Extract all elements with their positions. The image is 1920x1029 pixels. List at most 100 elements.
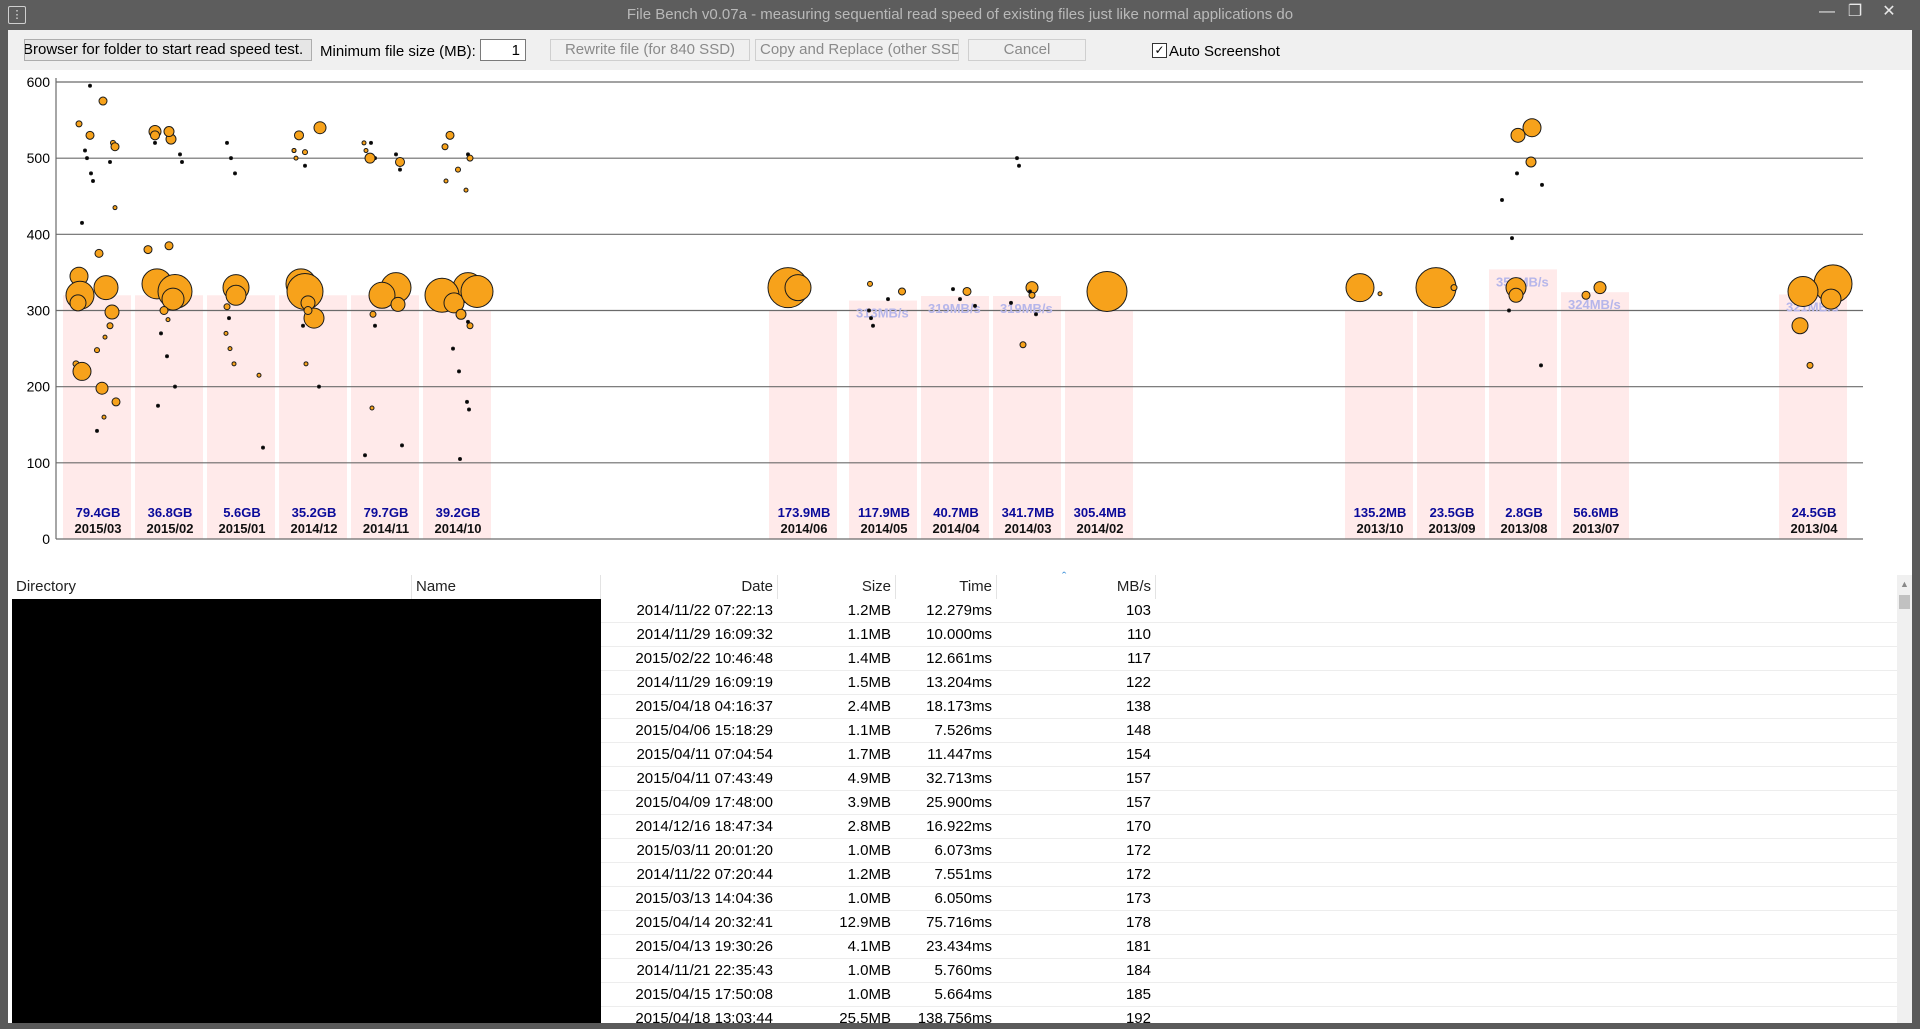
table-row[interactable]: 2014/12/16 18:47:34 2.8MB 16.922ms 170: [601, 815, 1897, 839]
table-row[interactable]: 2015/04/13 19:30:26 4.1MB 23.434ms 181: [601, 935, 1897, 959]
column-header-time[interactable]: Time: [896, 575, 997, 599]
file-read-point: [1345, 273, 1375, 303]
file-read-point: [400, 443, 404, 448]
file-read-point: [88, 83, 92, 88]
file-read-point: [460, 274, 494, 308]
file-read-point: [91, 179, 95, 184]
cell-time: 7.526ms: [934, 722, 992, 739]
cell-mbs: 110: [1127, 626, 1151, 643]
scroll-up-icon[interactable]: ▲: [1900, 579, 1909, 589]
y-tick-label: 100: [27, 455, 51, 471]
cell-mbs: 122: [1125, 674, 1151, 691]
cell-time: 23.434ms: [926, 938, 992, 955]
month-bar: [1779, 294, 1847, 539]
month-size-label: 23.5GB: [1430, 505, 1475, 520]
file-read-point: [303, 163, 307, 168]
cell-time: 6.073ms: [934, 842, 992, 859]
table-row[interactable]: 2014/11/22 07:20:44 1.2MB 7.551ms 172: [601, 863, 1897, 887]
file-read-point: [165, 317, 171, 323]
column-header-size[interactable]: Size: [778, 575, 896, 599]
file-read-point: [363, 148, 369, 154]
table-row[interactable]: 2015/04/06 15:18:29 1.1MB 7.526ms 148: [601, 719, 1897, 743]
table-row[interactable]: 2015/04/09 17:48:00 3.9MB 25.900ms 157: [601, 791, 1897, 815]
table-row[interactable]: 2015/04/18 04:16:37 2.4MB 18.173ms 138: [601, 695, 1897, 719]
file-read-point: [302, 149, 308, 156]
month-date-label: 2013/04: [1791, 521, 1839, 536]
cell-date: 2014/12/16 18:47:34: [635, 818, 773, 835]
redacted-directory-area: [12, 599, 601, 1023]
column-header-name[interactable]: Name: [412, 575, 601, 599]
file-read-point: [294, 130, 304, 141]
file-read-point: [75, 120, 83, 128]
cell-size: 3.9MB: [847, 794, 891, 811]
file-read-point: [1415, 267, 1457, 309]
auto-screenshot-checkbox[interactable]: ✓: [1152, 43, 1167, 58]
month-date-label: 2014/03: [1005, 521, 1052, 536]
cancel-button[interactable]: Cancel: [968, 39, 1086, 61]
table-row[interactable]: 2015/04/15 17:50:08 1.0MB 5.664ms 185: [601, 983, 1897, 1007]
table-row[interactable]: 2015/02/22 10:46:48 1.4MB 12.661ms 117: [601, 647, 1897, 671]
min-size-input[interactable]: [480, 39, 526, 61]
file-read-point: [1034, 312, 1038, 317]
title-bar: ⋮ File Bench v0.07a - measuring sequenti…: [0, 0, 1920, 30]
cell-date: 2014/11/22 07:22:13: [636, 602, 773, 619]
file-read-point: [95, 381, 109, 395]
month-date-label: 2013/09: [1429, 521, 1476, 536]
month-bar: [279, 295, 347, 539]
table-row[interactable]: 2015/03/13 14:04:36 1.0MB 6.050ms 173: [601, 887, 1897, 911]
table-row[interactable]: 2015/04/14 20:32:41 12.9MB 75.716ms 178: [601, 911, 1897, 935]
file-read-point: [869, 316, 873, 321]
chart-canvas: 600 500 400 300 200 100 0 313MB/s 319MB/s 319MB/s…: [27, 74, 1863, 547]
file-read-point: [1522, 118, 1542, 138]
cell-time: 12.661ms: [926, 650, 992, 667]
rewrite-file-button[interactable]: Rewrite file (for 840 SSD): [550, 39, 750, 61]
scrollbar-thumb[interactable]: [1899, 595, 1910, 609]
cell-time: 12.279ms: [926, 602, 992, 619]
window-title: File Bench v0.07a - measuring sequential…: [626, 6, 1294, 23]
file-read-point: [1017, 163, 1021, 168]
file-read-point: [467, 407, 471, 412]
file-read-point: [223, 303, 231, 311]
main-window: Browser for folder to start read speed t…: [8, 30, 1912, 1023]
close-button[interactable]: ✕: [1872, 2, 1906, 24]
file-read-point: [293, 155, 299, 161]
file-read-point: [1086, 270, 1128, 312]
month-size-label: 24.5GB: [1792, 505, 1837, 520]
table-row[interactable]: 2014/11/29 16:09:19 1.5MB 13.204ms 122: [601, 671, 1897, 695]
copy-replace-button[interactable]: Copy and Replace (other SSD): [755, 39, 959, 61]
column-header-date[interactable]: Date: [601, 575, 778, 599]
file-read-point: [180, 159, 184, 164]
cell-time: 10.000ms: [926, 626, 992, 643]
table-row[interactable]: 2014/11/21 22:35:43 1.0MB 5.760ms 184: [601, 959, 1897, 983]
vertical-scrollbar[interactable]: ▲: [1897, 575, 1912, 1023]
table-row[interactable]: 2014/11/22 07:22:13 1.2MB 12.279ms 103: [601, 599, 1897, 623]
file-read-point: [173, 384, 177, 389]
y-tick-label: 300: [27, 303, 51, 319]
table-row[interactable]: 2015/04/11 07:04:54 1.7MB 11.447ms 154: [601, 743, 1897, 767]
column-header-directory[interactable]: Directory: [12, 575, 412, 599]
file-read-point: [364, 152, 376, 164]
cell-time: 13.204ms: [926, 674, 992, 691]
month-date-label: 2014/10: [435, 521, 482, 536]
file-read-point: [1540, 182, 1544, 187]
cell-date: 2015/04/15 17:50:08: [635, 986, 773, 1003]
table-row[interactable]: 2015/04/11 07:43:49 4.9MB 32.713ms 157: [601, 767, 1897, 791]
column-header-mbs[interactable]: MB/s: [997, 575, 1156, 599]
month-date-label: 2014/12: [291, 521, 338, 536]
cell-mbs: 157: [1125, 770, 1151, 787]
file-read-point: [369, 405, 375, 411]
table-row[interactable]: 2015/04/18 13:03:44 25.5MB 138.756ms 192: [601, 1007, 1897, 1023]
table-row[interactable]: 2014/11/29 16:09:32 1.1MB 10.000ms 110: [601, 623, 1897, 647]
cell-size: 1.1MB: [847, 626, 891, 643]
browse-folder-button[interactable]: Browser for folder to start read speed t…: [24, 39, 312, 61]
cell-date: 2015/04/11 07:43:49: [636, 770, 773, 787]
maximize-button[interactable]: ❐: [1838, 2, 1872, 24]
month-size-label: 117.9MB: [858, 505, 910, 520]
month-size-label: 173.9MB: [778, 505, 831, 520]
table-row[interactable]: 2015/03/11 20:01:20 1.0MB 6.073ms 172: [601, 839, 1897, 863]
file-read-point: [466, 152, 470, 157]
y-tick-label: 0: [42, 531, 50, 547]
file-read-point: [962, 286, 972, 296]
month-bar: [63, 295, 131, 539]
file-read-point: [159, 331, 163, 336]
